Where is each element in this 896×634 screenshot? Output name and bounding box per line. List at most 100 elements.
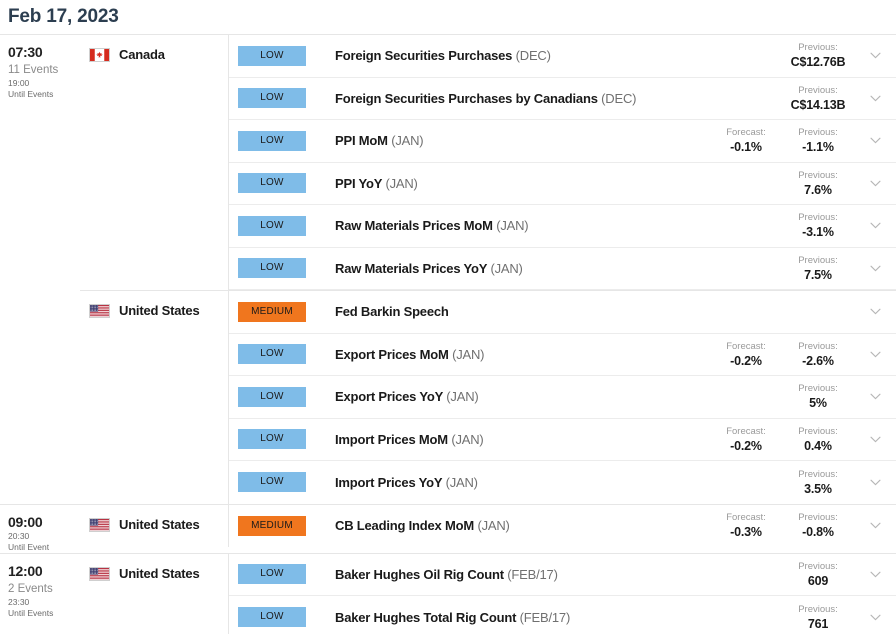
expand-row-button[interactable] (854, 436, 896, 443)
impact-badge[interactable]: LOW (238, 173, 306, 194)
event-name: Fed Barkin Speech (335, 304, 449, 320)
expand-row-button[interactable] (854, 351, 896, 358)
forecast-label: Forecast: (726, 340, 766, 352)
chevron-down-icon (869, 614, 881, 621)
table-row[interactable]: LOWRaw Materials Prices MoM (JAN)Forecas… (229, 205, 896, 248)
event-name: Export Prices YoY (335, 389, 443, 405)
table-row[interactable]: LOWImport Prices YoY (JAN)Forecast:Previ… (229, 461, 896, 504)
forecast-label: Forecast: (726, 425, 766, 437)
previous-label: Previous: (798, 212, 838, 224)
event-name: Foreign Securities Purchases (335, 48, 513, 64)
event-title[interactable]: Import Prices MoM (JAN) (306, 432, 710, 447)
previous-label: Previous: (798, 425, 838, 437)
country-column: United States (80, 553, 229, 634)
event-title[interactable]: Foreign Securities Purchases (DEC) (306, 48, 710, 63)
impact-badge[interactable]: LOW (238, 429, 306, 450)
previous-metric: Previous: C$14.13B (782, 84, 854, 113)
event-title[interactable]: Export Prices YoY (JAN) (306, 389, 710, 404)
table-row[interactable]: LOWRaw Materials Prices YoY (JAN)Forecas… (229, 248, 896, 290)
group-until-label: Until Event (8, 541, 50, 552)
table-row[interactable]: LOW Import Prices MoM (JAN) Forecast: -0.2%… (229, 419, 896, 461)
table-row[interactable]: LOW Baker Hughes Total Rig Count (FEB/17)… (229, 596, 896, 634)
event-period: (FEB/17) (519, 609, 571, 625)
previous-value: 609 (807, 573, 829, 588)
table-row[interactable]: LOWPPI YoY (JAN)Forecast:Previous:7.6% (229, 163, 896, 205)
expand-row-button[interactable] (854, 614, 896, 621)
expand-row-button[interactable] (854, 222, 896, 229)
country-column: Canada (80, 35, 229, 290)
country-name: United States (119, 565, 200, 581)
previous-value: 7.6% (804, 182, 832, 197)
table-row[interactable]: LOW PPI MoM (JAN) Forecast: -0.1% Previous: -… (229, 120, 896, 163)
country-block: United States LOW Baker Hughes Oil Rig Cou… (80, 553, 896, 634)
event-title[interactable]: CB Leading Index MoM (JAN) (306, 518, 710, 533)
table-row[interactable]: LOWForeign Securities Purchases (DEC)For… (229, 35, 896, 78)
event-period: (JAN) (452, 346, 485, 362)
table-row[interactable]: LOW Export Prices MoM (JAN) Forecast: -0.2%… (229, 334, 896, 376)
impact-badge[interactable]: LOW (238, 607, 306, 628)
event-title[interactable]: Foreign Securities Purchases by Canadian… (306, 91, 710, 106)
event-title[interactable]: PPI MoM (JAN) (306, 133, 710, 148)
chevron-down-icon (869, 436, 881, 443)
previous-value: C$14.13B (790, 97, 846, 112)
expand-row-button[interactable] (854, 180, 896, 187)
country-block: United States MEDIUM Fed Barkin Speech Fore… (80, 290, 896, 504)
event-title[interactable]: Fed Barkin Speech (306, 304, 710, 319)
forecast-value: -0.3% (730, 525, 762, 540)
previous-label: Previous: (798, 468, 838, 480)
expand-row-button[interactable] (854, 393, 896, 400)
impact-badge[interactable]: LOW (238, 45, 306, 66)
usa-flag-icon (89, 517, 110, 532)
impact-badge[interactable]: MEDIUM (238, 515, 306, 536)
event-title[interactable]: Raw Materials Prices YoY (JAN) (306, 261, 710, 276)
table-row[interactable]: MEDIUM CB Leading Index MoM (JAN) Forecast… (229, 505, 896, 548)
forecast-metric: Forecast: -0.2% (710, 340, 782, 369)
previous-metric: Previous: 7.5% (782, 254, 854, 283)
impact-badge[interactable]: LOW (238, 472, 306, 493)
forecast-metric: Forecast: -0.3% (710, 511, 782, 540)
event-period: (JAN) (477, 518, 510, 534)
impact-badge[interactable]: LOW (238, 88, 306, 109)
country-block: United States MEDIUM CB Leading Index MoM … (80, 504, 896, 548)
group-event-count: 2 Events (8, 582, 53, 595)
previous-metric: Previous: -2.6% (782, 340, 854, 369)
impact-badge[interactable]: LOW (238, 564, 306, 585)
table-row[interactable]: LOWBaker Hughes Oil Rig Count (FEB/17)Fo… (229, 554, 896, 596)
chevron-down-icon (869, 95, 881, 102)
previous-label: Previous: (798, 603, 838, 615)
expand-row-button[interactable] (854, 52, 896, 59)
chevron-down-icon (869, 137, 881, 144)
expand-row-button[interactable] (854, 571, 896, 578)
impact-badge[interactable]: LOW (238, 344, 306, 365)
expand-row-button[interactable] (854, 95, 896, 102)
group-event-count: 11 Events (8, 64, 59, 76)
table-row[interactable]: LOWExport Prices YoY (JAN)Forecast:Previ… (229, 376, 896, 419)
event-title[interactable]: Baker Hughes Oil Rig Count (FEB/17) (306, 567, 710, 582)
time-column: 09:00 20:30 Until Event (0, 505, 80, 553)
event-period: (JAN) (490, 260, 523, 276)
event-title[interactable]: Export Prices MoM (JAN) (306, 347, 710, 362)
event-title[interactable]: Raw Materials Prices MoM (JAN) (306, 218, 710, 233)
impact-badge[interactable]: LOW (238, 386, 306, 407)
table-row[interactable]: LOW Foreign Securities Purchases by Canad… (229, 78, 896, 120)
previous-label: Previous: (798, 84, 838, 96)
time-column: 07:30 11 Events 19:00 Until Events (0, 35, 80, 504)
events-column: LOWBaker Hughes Oil Rig Count (FEB/17)Fo… (229, 554, 896, 634)
impact-badge[interactable]: LOW (238, 258, 306, 279)
impact-badge[interactable]: MEDIUM (238, 301, 306, 322)
expand-row-button[interactable] (854, 265, 896, 272)
table-row[interactable]: MEDIUM Fed Barkin Speech Forecast:Previous… (229, 291, 896, 334)
expand-row-button[interactable] (854, 137, 896, 144)
previous-label: Previous: (798, 42, 838, 54)
forecast-metric: Forecast: (710, 305, 782, 318)
event-title[interactable]: PPI YoY (JAN) (306, 176, 710, 191)
previous-label: Previous: (798, 383, 838, 395)
expand-row-button[interactable] (854, 479, 896, 486)
event-title[interactable]: Baker Hughes Total Rig Count (FEB/17) (306, 610, 710, 625)
previous-value: 3.5% (804, 481, 832, 496)
impact-badge[interactable]: LOW (238, 130, 306, 151)
expand-row-button[interactable] (854, 522, 896, 529)
impact-badge[interactable]: LOW (238, 215, 306, 236)
event-title[interactable]: Import Prices YoY (JAN) (306, 475, 710, 490)
expand-row-button[interactable] (854, 308, 896, 315)
